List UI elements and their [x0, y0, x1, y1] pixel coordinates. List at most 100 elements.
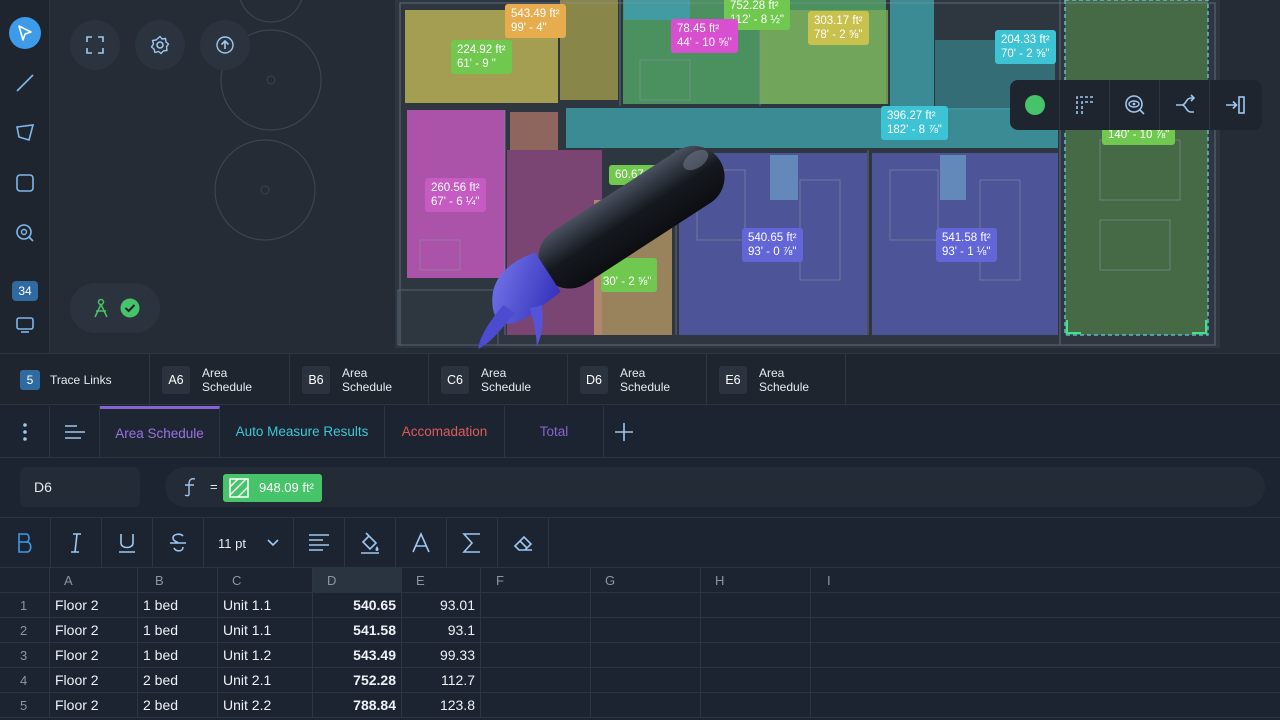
grid-cell[interactable]: 543.49 — [313, 643, 402, 668]
corner-cell[interactable] — [0, 568, 50, 593]
collapse-panel-button[interactable] — [1210, 80, 1260, 130]
grid-cell[interactable]: Floor 2 — [50, 618, 138, 643]
grid-cell[interactable] — [481, 693, 591, 718]
column-header-d[interactable]: D — [313, 568, 402, 593]
row-number[interactable]: 1 — [0, 593, 50, 618]
spreadsheet-grid[interactable]: A B C D E F G H I 1 Floor 21 bed Unit 1.1 5… — [0, 568, 1280, 720]
grid-cell[interactable] — [591, 693, 701, 718]
grid-cell[interactable] — [701, 668, 811, 693]
tab-auto-measure-results[interactable]: Auto Measure Results — [220, 406, 385, 457]
grid-cell[interactable] — [481, 593, 591, 618]
fill-color-button[interactable] — [345, 518, 396, 568]
trace-link-item[interactable]: B6 Area Schedule — [290, 354, 429, 405]
area-tag[interactable]: 224.92 ft² 61' - 9 " — [451, 40, 512, 74]
grid-cell[interactable]: 123.8 — [402, 693, 481, 718]
tab-total[interactable]: Total — [505, 406, 604, 457]
grid-cell[interactable] — [481, 668, 591, 693]
font-size-select[interactable]: 11 pt — [204, 518, 294, 568]
row-number[interactable]: 5 — [0, 693, 50, 718]
grid-cell[interactable]: 1 bed — [138, 593, 218, 618]
grid-cell[interactable]: Unit 2.2 — [218, 693, 313, 718]
grid-cell[interactable]: 788.84 — [313, 693, 402, 718]
grid-cell[interactable]: Unit 1.1 — [218, 618, 313, 643]
text-color-button[interactable] — [396, 518, 447, 568]
column-header-h[interactable]: H — [701, 568, 811, 593]
grid-cell[interactable] — [591, 668, 701, 693]
fullscreen-button[interactable] — [70, 20, 120, 70]
grid-cell[interactable]: Floor 2 — [50, 593, 138, 618]
trace-link-item[interactable]: A6 Area Schedule — [150, 354, 290, 405]
grid-cell[interactable]: Floor 2 — [50, 668, 138, 693]
trace-link-item[interactable]: E6 Area Schedule — [707, 354, 846, 405]
status-pill[interactable] — [70, 283, 160, 333]
grid-cell[interactable] — [701, 618, 811, 643]
row-number[interactable]: 2 — [0, 618, 50, 643]
grid-cell[interactable]: Unit 2.1 — [218, 668, 313, 693]
tab-accomadation[interactable]: Accomadation — [385, 406, 505, 457]
grid-cell[interactable] — [591, 593, 701, 618]
sheet-list-button[interactable] — [50, 406, 100, 457]
column-header-a[interactable]: A — [50, 568, 138, 593]
align-button[interactable] — [294, 518, 345, 568]
grid-cell[interactable] — [811, 593, 1280, 618]
column-header-i[interactable]: I — [811, 568, 1280, 593]
grid-cell[interactable] — [811, 668, 1280, 693]
export-button[interactable] — [200, 20, 250, 70]
row-number[interactable]: 4 — [0, 668, 50, 693]
grid-cell[interactable] — [701, 643, 811, 668]
corner-tool-button[interactable] — [1060, 80, 1110, 130]
grid-cell[interactable] — [701, 593, 811, 618]
grid-cell[interactable]: 99.33 — [402, 643, 481, 668]
column-header-e[interactable]: E — [402, 568, 481, 593]
grid-cell[interactable]: Unit 1.2 — [218, 643, 313, 668]
column-header-b[interactable]: B — [138, 568, 218, 593]
link-count-badge[interactable]: 34 — [12, 281, 38, 301]
column-header-g[interactable]: G — [591, 568, 701, 593]
area-tag[interactable]: 78.45 ft² 44' - 10 ⅝" — [671, 19, 738, 53]
area-tag[interactable]: 543.49 ft² 99' - 4" — [505, 4, 566, 38]
strikethrough-button[interactable] — [153, 518, 204, 568]
grid-cell[interactable] — [701, 693, 811, 718]
grid-cell[interactable] — [811, 618, 1280, 643]
trace-links-header[interactable]: 5 Trace Links — [0, 354, 150, 405]
bold-button[interactable] — [0, 518, 51, 568]
grid-cell[interactable]: 1 bed — [138, 618, 218, 643]
grid-cell[interactable]: Unit 1.1 — [218, 593, 313, 618]
trace-link-item[interactable]: C6 Area Schedule — [429, 354, 568, 405]
clear-format-button[interactable] — [498, 518, 549, 568]
grid-cell[interactable]: 2 bed — [138, 668, 218, 693]
grid-cell[interactable] — [481, 618, 591, 643]
trace-link-item[interactable]: D6 Area Schedule — [568, 354, 707, 405]
grid-cell[interactable]: 752.28 — [313, 668, 402, 693]
column-header-f[interactable]: F — [481, 568, 591, 593]
monitor-icon[interactable] — [9, 309, 41, 341]
area-tag[interactable]: 541.58 ft² 93' - 1 ⅛" — [936, 228, 997, 262]
cell-reference-field[interactable]: D6 — [20, 467, 140, 507]
visibility-button[interactable] — [1110, 80, 1160, 130]
color-button[interactable] — [1010, 80, 1060, 130]
more-options-button[interactable] — [0, 406, 50, 457]
grid-cell[interactable] — [591, 643, 701, 668]
grid-cell[interactable] — [591, 618, 701, 643]
grid-cell[interactable]: 541.58 — [313, 618, 402, 643]
floor-plan-canvas[interactable]: 543.49 ft² 99' - 4" 224.92 ft² 61' - 9 " 7… — [0, 0, 1280, 353]
line-tool-icon[interactable] — [9, 67, 41, 99]
grid-cell[interactable] — [811, 643, 1280, 668]
formula-input[interactable]: = 948.09 ft² — [165, 467, 1265, 507]
select-arrow-icon[interactable] — [9, 17, 41, 49]
sum-button[interactable] — [447, 518, 498, 568]
formula-value-chip[interactable]: 948.09 ft² — [223, 474, 322, 502]
grid-cell[interactable]: 2 bed — [138, 693, 218, 718]
grid-cell[interactable]: Floor 2 — [50, 693, 138, 718]
grid-cell[interactable]: Floor 2 — [50, 643, 138, 668]
grid-cell[interactable] — [811, 693, 1280, 718]
row-number[interactable]: 3 — [0, 643, 50, 668]
italic-button[interactable] — [51, 518, 102, 568]
column-header-c[interactable]: C — [218, 568, 313, 593]
rectangle-tool-icon[interactable] — [9, 167, 41, 199]
grid-cell[interactable]: 93.1 — [402, 618, 481, 643]
add-sheet-button[interactable] — [604, 406, 644, 457]
area-tag[interactable]: 396.27 ft² 182' - 8 ⅞" — [881, 106, 948, 140]
polygon-tool-icon[interactable] — [9, 117, 41, 149]
search-zoom-icon[interactable] — [9, 217, 41, 249]
